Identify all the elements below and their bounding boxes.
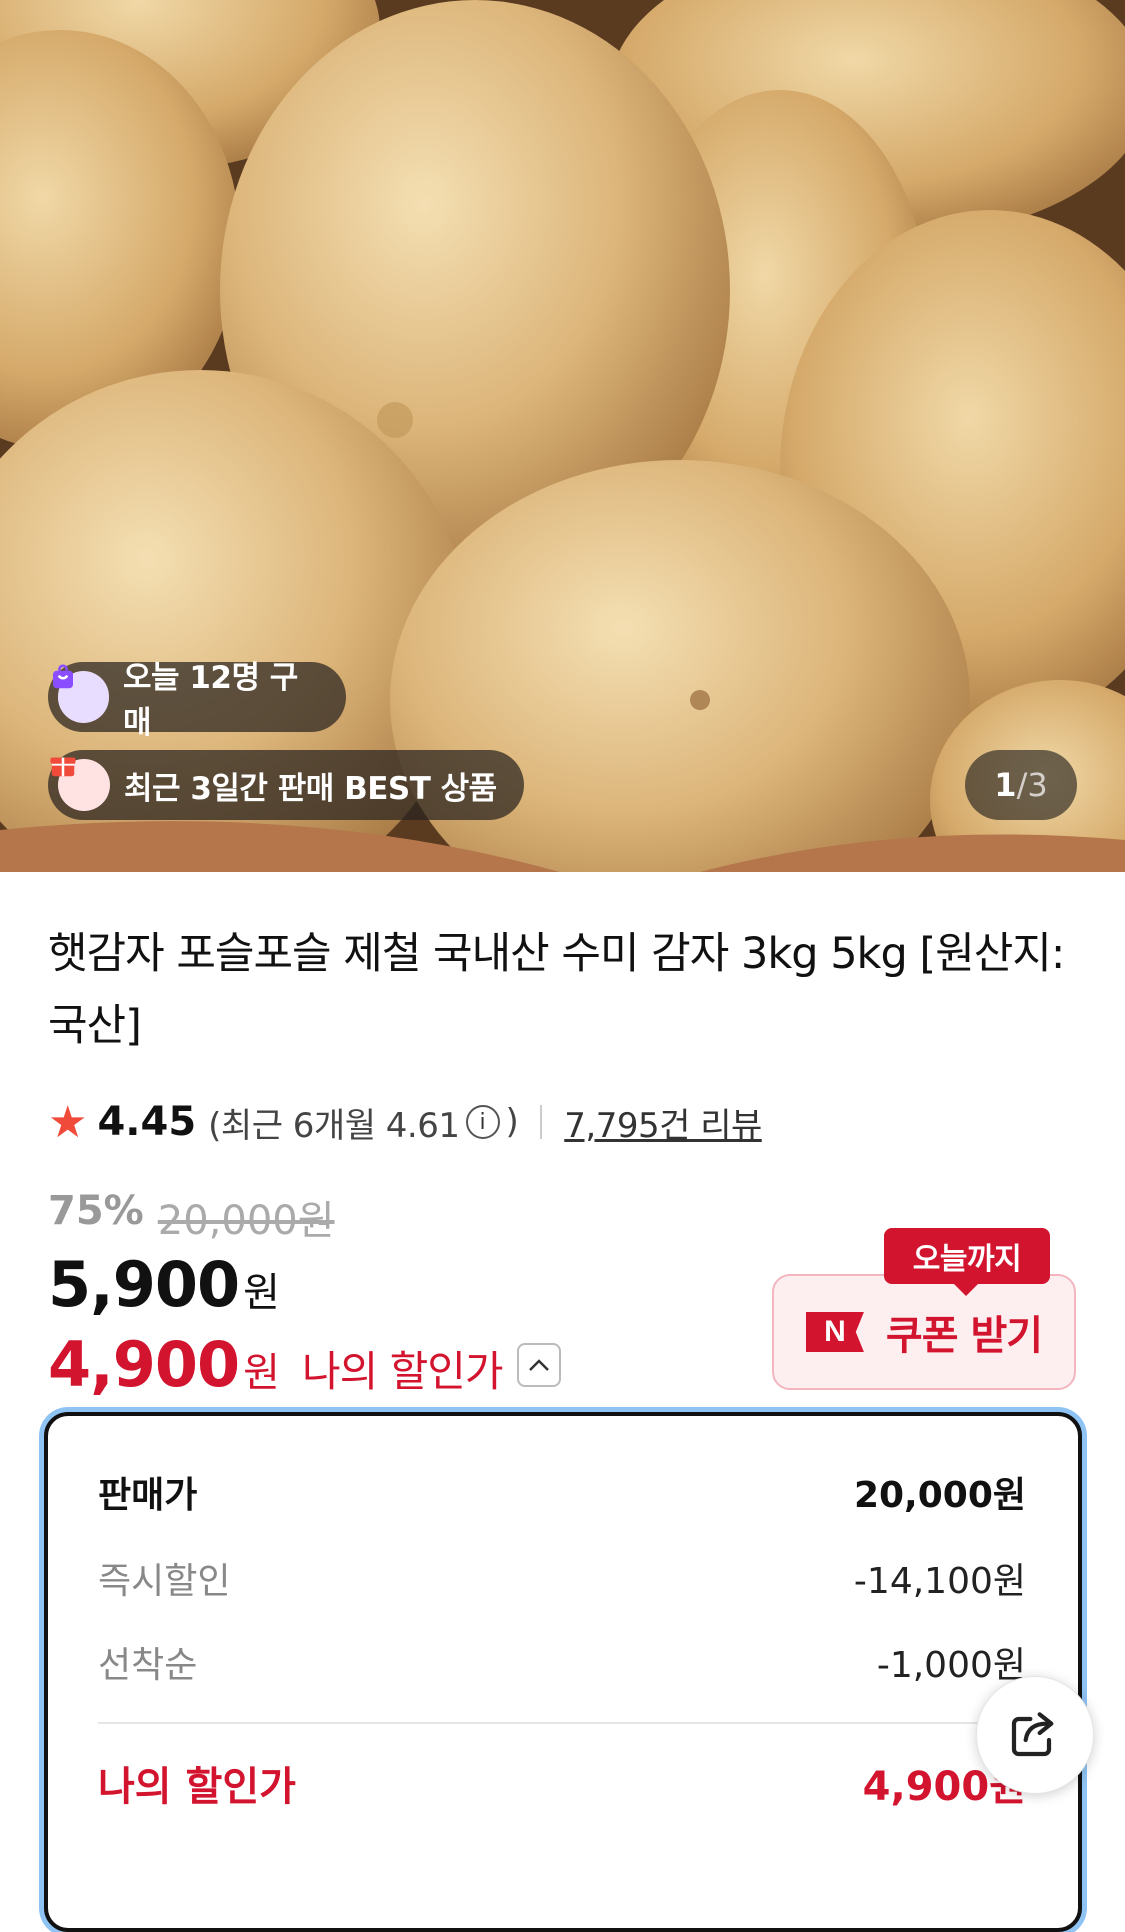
get-coupon-label: 쿠폰 받기 [885,1313,1043,1359]
sale-price-amount: 20,000원 [853,1475,1026,1516]
first-come-label: 선착순 [98,1645,198,1686]
review-count-link[interactable]: 7,795건 리뷰 [564,1098,762,1147]
breakdown-divider [98,1722,1026,1724]
discount-rate: 75% [48,1188,144,1234]
rating-score: 4.45 [97,1099,197,1145]
coupon-deadline-tag: 오늘까지 [884,1228,1050,1296]
breakdown-row-sale: 판매가 20,000원 [98,1466,1026,1518]
instant-discount-label: 즉시할인 [98,1561,231,1602]
sale-price-unit: 원 [243,1270,280,1316]
share-button[interactable] [976,1676,1094,1794]
info-icon[interactable]: i [465,1105,500,1139]
my-price-label: 나의 할인가 [301,1347,504,1396]
breakdown-row-first-come: 선착순 -1,000원 [98,1636,1026,1688]
original-price: 20,000원 [157,1198,335,1244]
best-seller-badge: 최근 3일간 판매 BEST 상품 [48,750,524,820]
original-price-row: 75% 20,000원 [48,1188,335,1246]
gift-icon [50,757,110,811]
breakdown-row-instant: 즉시할인 -14,100원 [98,1552,1026,1604]
recent-rating-close: ) [505,1102,519,1142]
get-coupon-button[interactable]: N 쿠폰 받기 [772,1274,1076,1390]
sale-price: 5,900 원 [48,1248,280,1321]
shopping-bag-icon [53,664,110,723]
rating-row: ★ 4.45 (최근 6개월 4.61 i ) 7,795건 리뷰 [48,1096,762,1148]
today-purchase-text: 오늘 12명 구매 [123,660,298,741]
sale-price-value: 5,900 [48,1248,240,1321]
image-counter-total: 3 [1027,766,1048,804]
image-counter-current: 1 [994,766,1017,804]
image-counter: 1 / 3 [965,750,1077,820]
rating-divider [540,1105,543,1139]
breakdown-row-my-price: 나의 할인가 4,900원 [98,1754,1026,1812]
sale-price-label: 판매가 [98,1475,198,1516]
image-counter-separator: / [1016,766,1028,804]
today-purchase-badge: 오늘 12명 구매 [48,660,346,741]
instant-discount-amount: -14,100원 [853,1561,1026,1602]
price-breakdown-panel: 판매가 20,000원 즉시할인 -14,100원 선착순 -1,000원 나의… [44,1412,1082,1932]
my-discount-price: 4,900 원 나의 할인가 [48,1328,561,1401]
first-come-amount: -1,000원 [876,1645,1026,1686]
my-price-total-label: 나의 할인가 [98,1764,296,1810]
best-seller-text: 최근 3일간 판매 BEST 상품 [124,770,497,807]
naver-n-icon: N [805,1312,864,1352]
product-image[interactable]: 오늘 12명 구매 최근 3일간 판매 BEST 상품 1 / 3 [0,0,1125,872]
product-title: 햇감자 포슬포슬 제철 국내산 수미 감자 3kg 5kg [원산지:국산] [48,929,1065,1051]
my-price-value: 4,900 [48,1328,240,1401]
chevron-up-icon[interactable] [516,1342,561,1387]
recent-rating-text: (최근 6개월 4.61 [208,1105,460,1146]
share-icon [1007,1705,1063,1765]
my-price-unit: 원 [243,1350,280,1396]
star-icon: ★ [48,1096,88,1148]
